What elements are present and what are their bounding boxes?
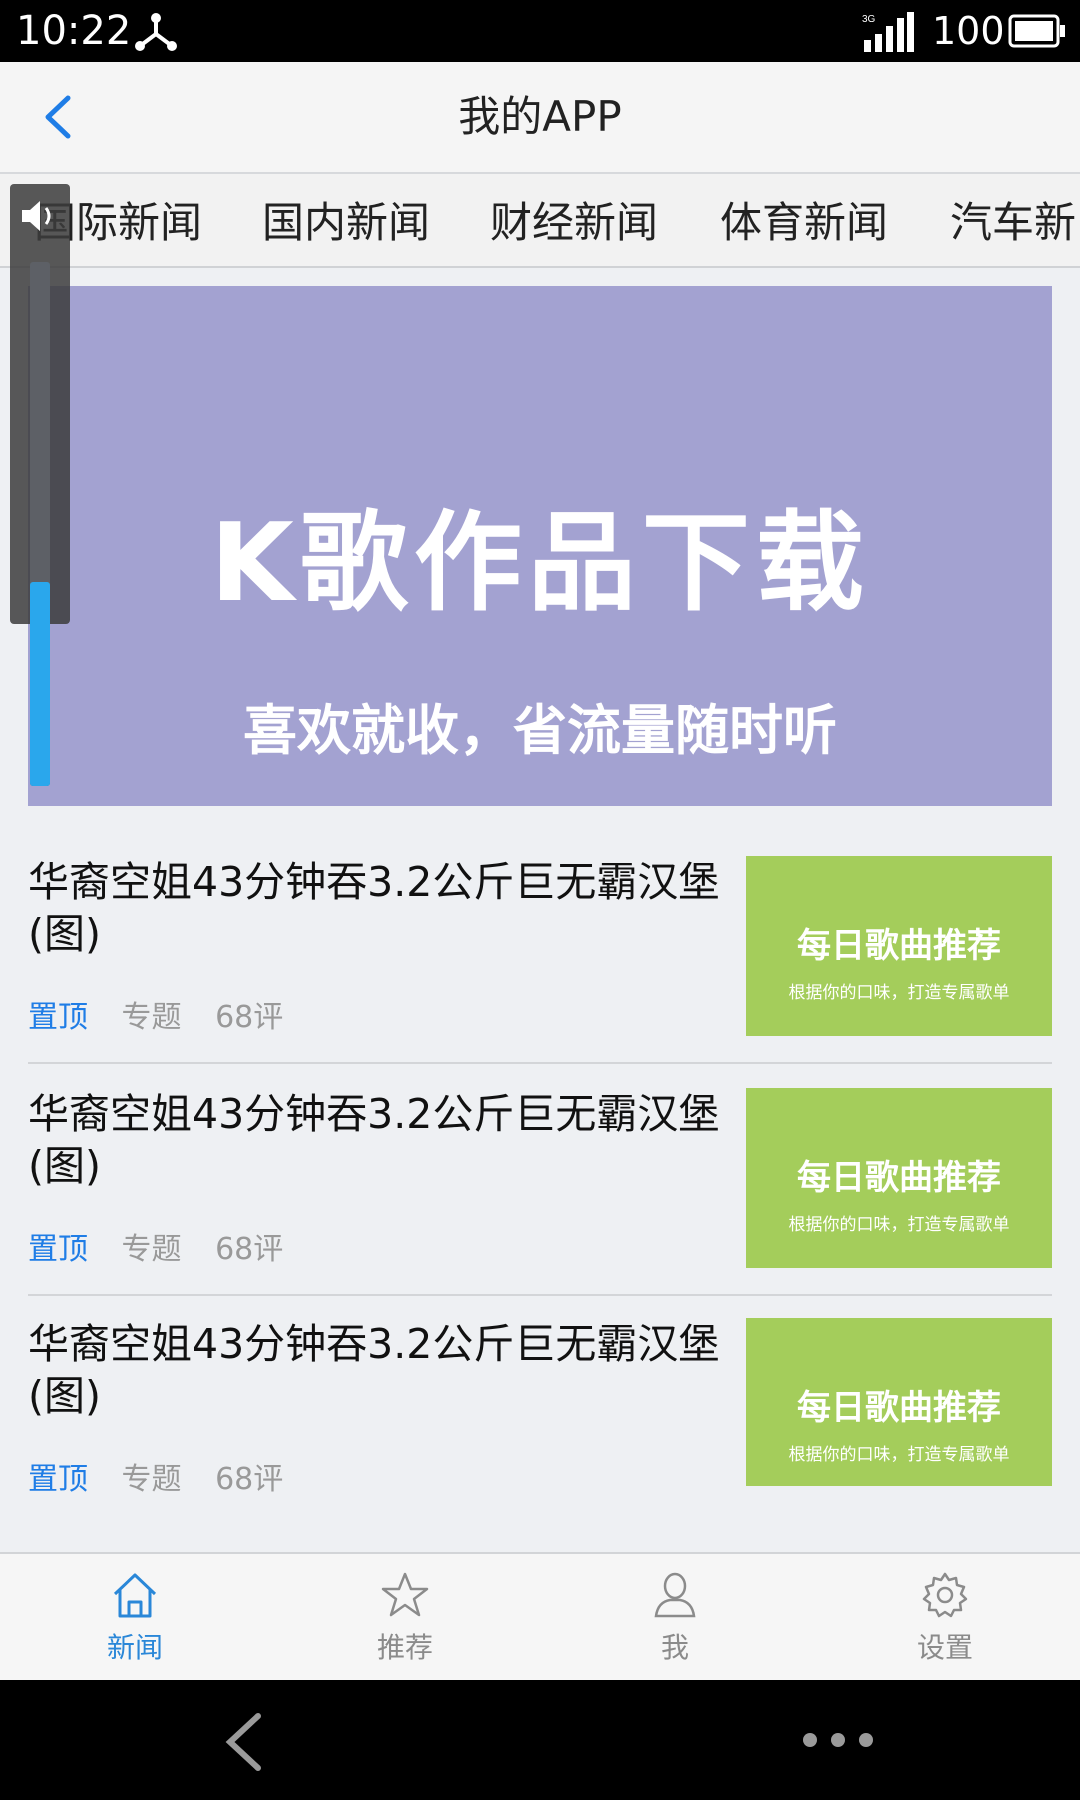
nav-recommend[interactable]: 推荐 (335, 1554, 475, 1680)
news-item[interactable]: 华裔空姐43分钟吞3.2公斤巨无霸汉堡(图) 置顶 专题 68评 每日歌曲推荐 … (28, 1318, 1052, 1532)
status-time: 10:22 (16, 8, 132, 54)
system-menu-button[interactable] (800, 1720, 876, 1760)
app-header: 我的APP (0, 62, 1080, 174)
news-meta: 置顶 专题 68评 (28, 998, 283, 1038)
news-thumbnail: 每日歌曲推荐 根据你的口味，打造专属歌单 (746, 1088, 1052, 1268)
back-button[interactable] (34, 90, 84, 144)
news-item[interactable]: 华裔空姐43分钟吞3.2公斤巨无霸汉堡(图) 置顶 专题 68评 每日歌曲推荐 … (28, 856, 1052, 1070)
nav-settings[interactable]: 设置 (875, 1554, 1015, 1680)
news-thumbnail: 每日歌曲推荐 根据你的口味，打造专属歌单 (746, 856, 1052, 1036)
topic-tag: 专题 (121, 1462, 182, 1497)
news-title: 华裔空姐43分钟吞3.2公斤巨无霸汉堡(图) (28, 858, 720, 958)
nav-me-label: 我 (660, 1631, 689, 1664)
thumbnail-subtitle: 根据你的口味，打造专属歌单 (788, 1215, 1010, 1235)
page-title: 我的APP (458, 92, 622, 141)
topic-tag: 专题 (121, 1232, 182, 1267)
tab-auto-news[interactable]: 汽车新 (950, 174, 1076, 266)
nav-me[interactable]: 我 (605, 1554, 745, 1680)
divider (28, 1062, 1052, 1064)
news-thumbnail: 每日歌曲推荐 根据你的口味，打造专属歌单 (746, 1318, 1052, 1486)
comment-count: 68评 (215, 1462, 284, 1497)
usb-icon (135, 13, 177, 51)
pin-tag: 置顶 (28, 1232, 88, 1267)
network-label: 3G (862, 14, 876, 25)
person-icon (654, 1572, 696, 1618)
news-title: 华裔空姐43分钟吞3.2公斤巨无霸汉堡(图) (28, 1320, 720, 1420)
thumbnail-title: 每日歌曲推荐 (797, 926, 1001, 966)
tab-domestic-news[interactable]: 国内新闻 (262, 174, 430, 266)
nav-recommend-label: 推荐 (376, 1631, 433, 1664)
banner-title: K歌作品下载 (210, 501, 870, 626)
chevron-left-icon (45, 95, 71, 139)
system-nav (0, 1680, 1080, 1800)
category-tabs: 国际新闻 国内新闻 财经新闻 体育新闻 汽车新 (0, 174, 1080, 268)
banner-subtitle: 喜欢就收，省流量随时听 (243, 699, 837, 762)
comment-count: 68评 (215, 1000, 284, 1035)
nav-news-label: 新闻 (106, 1631, 163, 1664)
news-meta: 置顶 专题 68评 (28, 1460, 283, 1500)
star-icon (381, 1572, 429, 1617)
news-item[interactable]: 华裔空姐43分钟吞3.2公斤巨无霸汉堡(图) 置顶 专题 68评 每日歌曲推荐 … (28, 1088, 1052, 1302)
topic-tag: 专题 (121, 1000, 182, 1035)
tab-finance-news[interactable]: 财经新闻 (490, 174, 658, 266)
banner[interactable]: K歌作品下载 喜欢就收，省流量随时听 (28, 286, 1052, 806)
chevron-left-icon (225, 1713, 261, 1771)
nav-settings-label: 设置 (916, 1631, 973, 1664)
battery-icon (1008, 14, 1065, 48)
thumbnail-subtitle: 根据你的口味，打造专属歌单 (788, 983, 1010, 1003)
bottom-nav: 新闻 推荐 我 设置 (0, 1552, 1080, 1680)
volume-level (30, 581, 50, 786)
news-title: 华裔空姐43分钟吞3.2公斤巨无霸汉堡(图) (28, 1090, 720, 1190)
thumbnail-subtitle: 根据你的口味，打造专属歌单 (788, 1445, 1010, 1465)
pin-tag: 置顶 (28, 1000, 88, 1035)
pin-tag: 置顶 (28, 1462, 88, 1497)
tab-sports-news[interactable]: 体育新闻 (720, 174, 888, 266)
volume-track[interactable] (30, 262, 50, 786)
nav-news[interactable]: 新闻 (65, 1554, 205, 1680)
speaker-icon (22, 201, 51, 231)
divider (28, 1294, 1052, 1296)
gear-icon (922, 1572, 968, 1618)
system-back-button[interactable] (216, 1710, 276, 1774)
news-meta: 置顶 专题 68评 (28, 1230, 283, 1270)
thumbnail-title: 每日歌曲推荐 (797, 1158, 1001, 1198)
thumbnail-title: 每日歌曲推荐 (797, 1388, 1001, 1428)
signal-icon: 3G (862, 12, 914, 52)
battery-percent: 100 (932, 9, 1005, 53)
home-icon (113, 1573, 157, 1618)
comment-count: 68评 (215, 1232, 284, 1267)
volume-overlay (10, 184, 70, 786)
status-bar: 10:22 3G 100 (0, 0, 1080, 62)
